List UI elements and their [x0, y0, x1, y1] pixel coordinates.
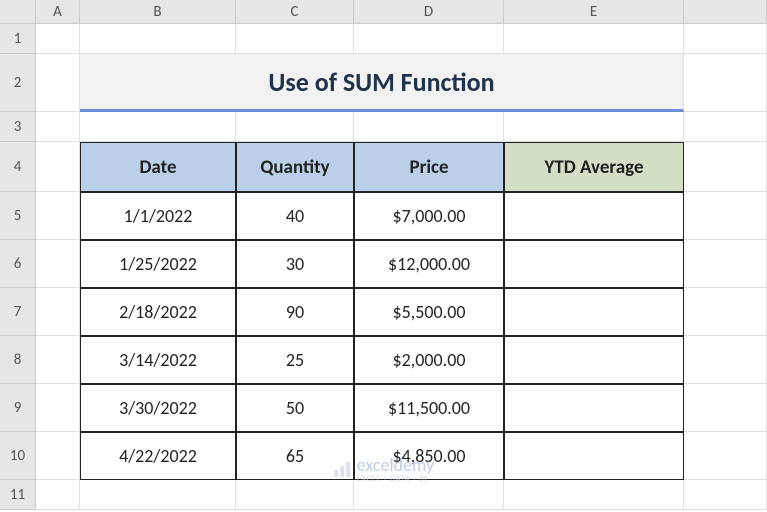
- cell-date-6[interactable]: 1/25/2022: [80, 240, 236, 288]
- cell-date-7[interactable]: 2/18/2022: [80, 288, 236, 336]
- cell-ytd-8[interactable]: [504, 336, 684, 384]
- cell-A2[interactable]: [36, 54, 80, 112]
- cell-ytd-7[interactable]: [504, 288, 684, 336]
- cell-A7[interactable]: [36, 288, 80, 336]
- cell-price-7[interactable]: $5,500.00: [354, 288, 504, 336]
- row-header-3[interactable]: 3: [0, 112, 36, 142]
- row-header-5[interactable]: 5: [0, 192, 36, 240]
- cell-B3[interactable]: [80, 112, 236, 142]
- column-header-blank[interactable]: [684, 0, 767, 24]
- cell-quantity-10[interactable]: 65: [236, 432, 354, 480]
- cell-blank3[interactable]: [684, 112, 767, 142]
- cell-F4[interactable]: [684, 142, 767, 192]
- header-quantity[interactable]: Quantity: [236, 142, 354, 192]
- cell-D11[interactable]: [354, 480, 504, 510]
- row-headers: 1234567891011: [0, 24, 36, 510]
- cell-blank1[interactable]: [684, 24, 767, 54]
- cell-price-9[interactable]: $11,500.00: [354, 384, 504, 432]
- row-header-2[interactable]: 2: [0, 54, 36, 112]
- cell-F6[interactable]: [684, 240, 767, 288]
- cell-date-8[interactable]: 3/14/2022: [80, 336, 236, 384]
- cell-blank11[interactable]: [684, 480, 767, 510]
- column-header-B[interactable]: B: [80, 0, 236, 24]
- cell-ytd-9[interactable]: [504, 384, 684, 432]
- cell-quantity-7[interactable]: 90: [236, 288, 354, 336]
- cell-ytd-5[interactable]: [504, 192, 684, 240]
- cell-A8[interactable]: [36, 336, 80, 384]
- header-price[interactable]: Price: [354, 142, 504, 192]
- cell-A5[interactable]: [36, 192, 80, 240]
- cell-E11[interactable]: [504, 480, 684, 510]
- cell-D3[interactable]: [354, 112, 504, 142]
- cell-ytd-10[interactable]: [504, 432, 684, 480]
- cell-A11[interactable]: [36, 480, 80, 510]
- cell-C1[interactable]: [236, 24, 354, 54]
- cell-A3[interactable]: [36, 112, 80, 142]
- select-all-corner[interactable]: [0, 0, 36, 24]
- cell-B11[interactable]: [80, 480, 236, 510]
- row-header-1[interactable]: 1: [0, 24, 36, 54]
- cell-F2[interactable]: [684, 54, 767, 112]
- cell-quantity-9[interactable]: 50: [236, 384, 354, 432]
- cell-date-10[interactable]: 4/22/2022: [80, 432, 236, 480]
- column-headers: ABCDE: [36, 0, 767, 24]
- column-header-A[interactable]: A: [36, 0, 80, 24]
- row-header-11[interactable]: 11: [0, 480, 36, 510]
- cell-date-9[interactable]: 3/30/2022: [80, 384, 236, 432]
- cell-price-5[interactable]: $7,000.00: [354, 192, 504, 240]
- cell-price-10[interactable]: $4,850.00: [354, 432, 504, 480]
- row-header-7[interactable]: 7: [0, 288, 36, 336]
- cell-B1[interactable]: [80, 24, 236, 54]
- cell-A1[interactable]: [36, 24, 80, 54]
- row-header-9[interactable]: 9: [0, 384, 36, 432]
- cell-E3[interactable]: [504, 112, 684, 142]
- cell-quantity-6[interactable]: 30: [236, 240, 354, 288]
- column-header-C[interactable]: C: [236, 0, 354, 24]
- cell-D1[interactable]: [354, 24, 504, 54]
- header-ytd-average[interactable]: YTD Average: [504, 142, 684, 192]
- cell-F7[interactable]: [684, 288, 767, 336]
- cell-F5[interactable]: [684, 192, 767, 240]
- row-header-10[interactable]: 10: [0, 432, 36, 480]
- column-header-E[interactable]: E: [504, 0, 684, 24]
- cell-F9[interactable]: [684, 384, 767, 432]
- column-header-D[interactable]: D: [354, 0, 504, 24]
- cell-grid: Use of SUM Function DateQuantityPriceYTD …: [36, 24, 767, 510]
- cell-F8[interactable]: [684, 336, 767, 384]
- header-date[interactable]: Date: [80, 142, 236, 192]
- cell-price-6[interactable]: $12,000.00: [354, 240, 504, 288]
- spreadsheet: ABCDE 1234567891011 Use of SUM Function D…: [0, 0, 767, 512]
- row-header-6[interactable]: 6: [0, 240, 36, 288]
- cell-quantity-5[interactable]: 40: [236, 192, 354, 240]
- cell-A10[interactable]: [36, 432, 80, 480]
- row-header-8[interactable]: 8: [0, 336, 36, 384]
- cell-ytd-6[interactable]: [504, 240, 684, 288]
- title-cell[interactable]: Use of SUM Function: [80, 54, 684, 112]
- cell-C3[interactable]: [236, 112, 354, 142]
- cell-quantity-8[interactable]: 25: [236, 336, 354, 384]
- cell-A6[interactable]: [36, 240, 80, 288]
- cell-E1[interactable]: [504, 24, 684, 54]
- cell-A9[interactable]: [36, 384, 80, 432]
- cell-price-8[interactable]: $2,000.00: [354, 336, 504, 384]
- row-header-4[interactable]: 4: [0, 142, 36, 192]
- cell-C11[interactable]: [236, 480, 354, 510]
- cell-A4[interactable]: [36, 142, 80, 192]
- cell-F10[interactable]: [684, 432, 767, 480]
- cell-date-5[interactable]: 1/1/2022: [80, 192, 236, 240]
